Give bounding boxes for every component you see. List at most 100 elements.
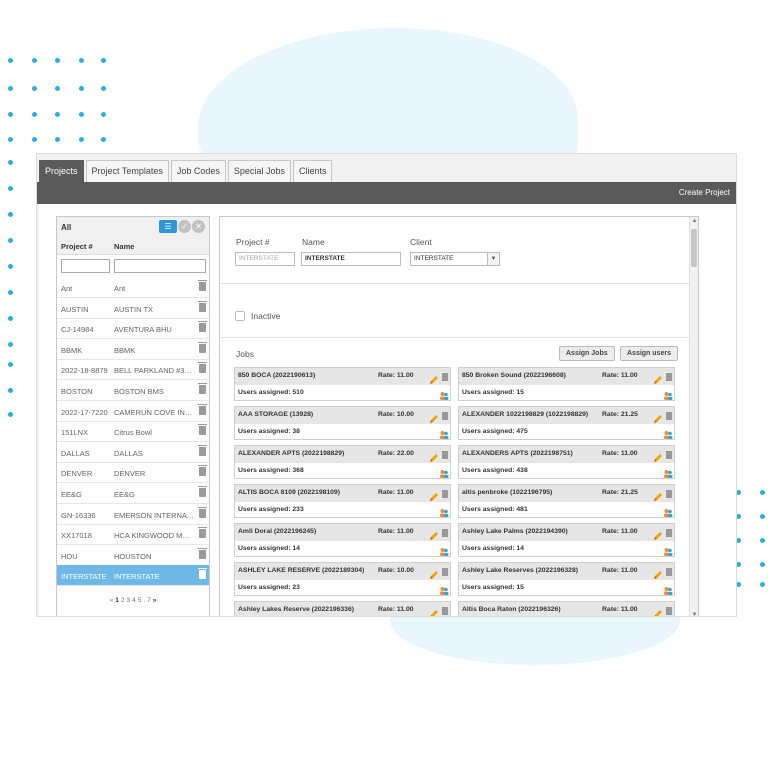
scrollbar-thumb[interactable] xyxy=(691,229,697,267)
list-row[interactable]: Ant Ant xyxy=(57,277,209,298)
assign-jobs-button[interactable]: Assign Jobs xyxy=(559,346,615,361)
pencil-icon[interactable] xyxy=(429,606,439,616)
inactive-checkbox[interactable] xyxy=(235,311,245,321)
pencil-icon[interactable] xyxy=(429,372,439,384)
trash-icon[interactable] xyxy=(442,373,448,381)
users-icon[interactable] xyxy=(663,544,673,556)
column-project-number[interactable]: Project # xyxy=(61,242,93,251)
trash-icon[interactable] xyxy=(666,412,672,420)
users-icon[interactable] xyxy=(663,505,673,517)
trash-icon[interactable] xyxy=(198,547,207,559)
tab-0[interactable]: Projects xyxy=(39,160,84,182)
tab-1[interactable]: Project Templates xyxy=(85,160,169,182)
trash-icon[interactable] xyxy=(198,403,207,415)
trash-icon[interactable] xyxy=(198,362,207,374)
list-row[interactable]: 151LNX Citrus Bowl xyxy=(57,421,209,443)
list-row[interactable]: GN-16336 EMERSON INTERNAT... xyxy=(57,504,209,525)
trash-icon[interactable] xyxy=(198,506,207,518)
pencil-icon[interactable] xyxy=(653,372,663,384)
assign-users-button[interactable]: Assign users xyxy=(620,346,678,361)
trash-icon[interactable] xyxy=(442,568,448,576)
pager-page[interactable]: 3 xyxy=(126,597,130,604)
list-row[interactable]: INTERSTATE INTERSTATE xyxy=(57,565,209,587)
trash-icon[interactable] xyxy=(442,412,448,420)
pencil-icon[interactable] xyxy=(429,528,439,540)
users-icon[interactable] xyxy=(439,388,449,400)
scroll-up-icon[interactable]: ▲ xyxy=(690,218,698,224)
pencil-icon[interactable] xyxy=(653,450,663,462)
users-icon[interactable] xyxy=(439,583,449,595)
pencil-icon[interactable] xyxy=(429,489,439,501)
pencil-icon[interactable] xyxy=(429,411,439,423)
trash-icon[interactable] xyxy=(198,300,207,312)
list-row[interactable]: HOU HOUSTON xyxy=(57,545,209,566)
tab-4[interactable]: Clients xyxy=(292,160,333,182)
list-icon[interactable]: ☰ xyxy=(159,220,177,233)
trash-icon[interactable] xyxy=(666,607,672,615)
trash-icon[interactable] xyxy=(442,529,448,537)
pager-page[interactable]: . xyxy=(143,597,145,604)
trash-icon[interactable] xyxy=(198,444,207,456)
list-row[interactable]: DENVER DENVER xyxy=(57,462,209,484)
column-name[interactable]: Name xyxy=(114,242,134,251)
trash-icon[interactable] xyxy=(666,568,672,576)
trash-icon[interactable] xyxy=(198,486,207,497)
users-icon[interactable] xyxy=(439,505,449,517)
pager-page[interactable]: 1 xyxy=(115,597,119,604)
pager-page[interactable]: 2 xyxy=(121,597,125,604)
pager-prev[interactable]: « xyxy=(110,597,114,604)
trash-icon[interactable] xyxy=(198,424,207,436)
pencil-icon[interactable] xyxy=(653,528,663,540)
scroll-down-icon[interactable]: ▼ xyxy=(690,612,698,616)
pager-page[interactable]: 4 xyxy=(132,597,136,604)
trash-icon[interactable] xyxy=(198,465,207,477)
pencil-icon[interactable] xyxy=(653,489,663,501)
list-row[interactable]: DALLAS DALLAS xyxy=(57,442,209,463)
chevron-down-icon[interactable]: ▼ xyxy=(487,253,499,265)
pager-page[interactable]: 5 xyxy=(138,597,142,604)
trash-icon[interactable] xyxy=(198,568,207,580)
pager-next[interactable]: » xyxy=(153,597,157,604)
list-row[interactable]: 2022-17-7220 CAMERUN COVE INT... xyxy=(57,401,209,422)
list-row[interactable]: CJ-14984 AVENTURA BHU xyxy=(57,318,209,340)
users-icon[interactable] xyxy=(663,466,673,478)
pencil-icon[interactable] xyxy=(429,567,439,579)
list-row[interactable]: 2022-18-8879 BELL PARKLAND #3215 xyxy=(57,359,209,381)
close-circle-icon[interactable]: ✕ xyxy=(192,220,205,233)
trash-icon[interactable] xyxy=(198,321,207,333)
pager-page[interactable]: 7 xyxy=(147,597,151,604)
pencil-icon[interactable] xyxy=(653,567,663,579)
users-icon[interactable] xyxy=(663,427,673,439)
project-number-filter-input[interactable] xyxy=(61,259,110,273)
tab-2[interactable]: Job Codes xyxy=(170,160,226,182)
pencil-icon[interactable] xyxy=(653,606,663,616)
tab-3[interactable]: Special Jobs xyxy=(227,160,291,182)
list-row[interactable]: XX17018 HCA KINGWOOD MED... xyxy=(57,524,209,546)
trash-icon[interactable] xyxy=(666,451,672,459)
pencil-icon[interactable] xyxy=(653,411,663,423)
trash-icon[interactable] xyxy=(198,341,207,353)
create-project-link[interactable]: Create Project xyxy=(679,188,730,197)
list-row[interactable]: AUSTIN AUSTIN TX xyxy=(57,298,209,319)
trash-icon[interactable] xyxy=(442,451,448,459)
users-icon[interactable] xyxy=(663,583,673,595)
trash-icon[interactable] xyxy=(666,490,672,498)
list-row[interactable]: BOSTON BOSTON BMS xyxy=(57,380,209,401)
trash-icon[interactable] xyxy=(442,490,448,498)
check-circle-icon[interactable]: ✓ xyxy=(178,220,191,233)
users-icon[interactable] xyxy=(663,388,673,400)
trash-icon[interactable] xyxy=(666,529,672,537)
name-input[interactable]: INTERSTATE xyxy=(301,252,401,266)
users-icon[interactable] xyxy=(439,427,449,439)
name-filter-input[interactable] xyxy=(114,259,206,273)
list-row[interactable]: BBMK BBMK xyxy=(57,339,209,360)
project-number-input[interactable]: INTERSTATE xyxy=(235,252,295,266)
trash-icon[interactable] xyxy=(198,527,207,539)
list-row[interactable]: EE&G EE&G xyxy=(57,483,209,504)
trash-icon[interactable] xyxy=(198,383,207,394)
users-icon[interactable] xyxy=(439,544,449,556)
trash-icon[interactable] xyxy=(442,607,448,615)
trash-icon[interactable] xyxy=(198,280,207,291)
pencil-icon[interactable] xyxy=(429,450,439,462)
trash-icon[interactable] xyxy=(666,373,672,381)
